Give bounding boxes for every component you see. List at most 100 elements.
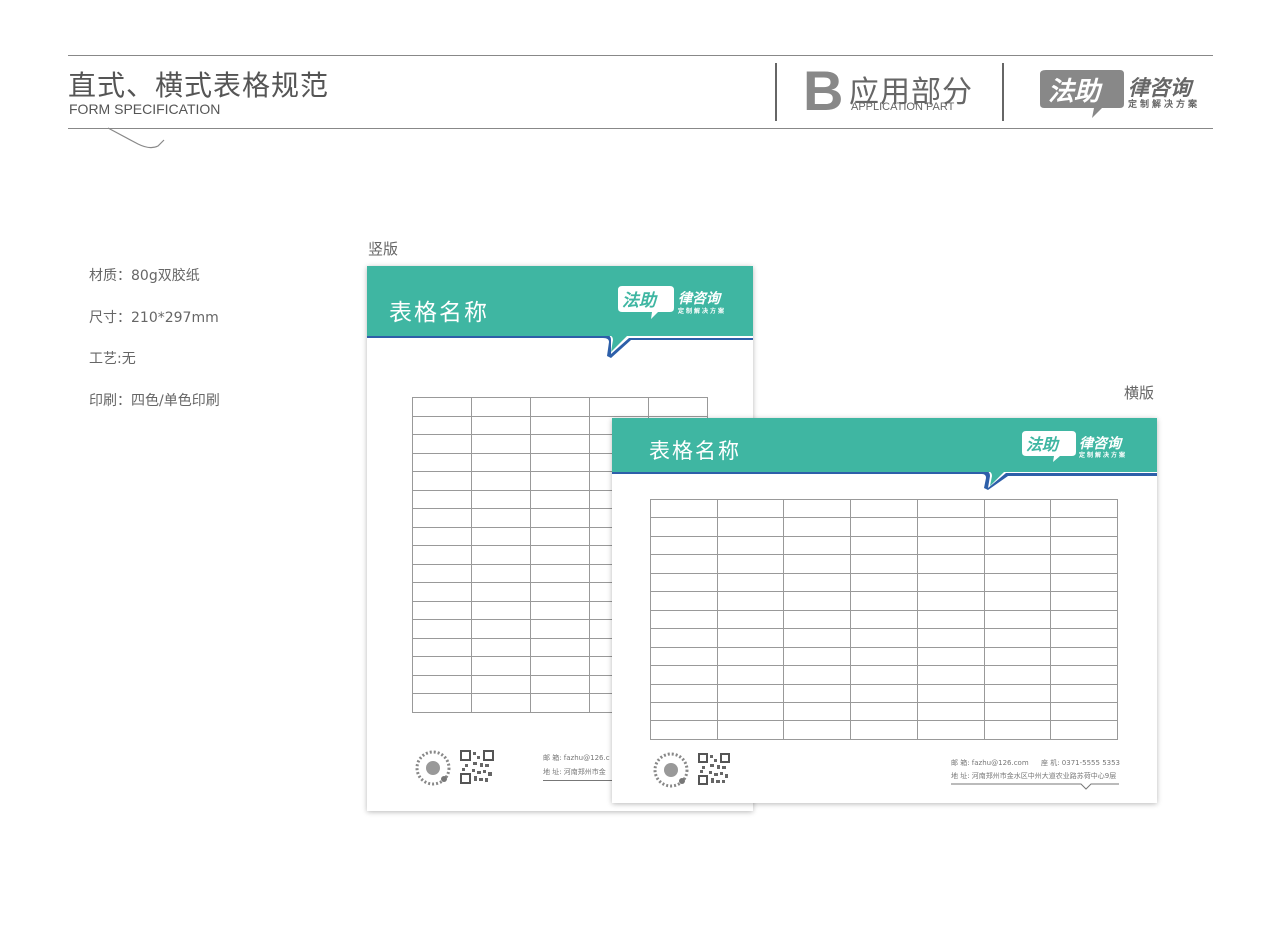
horizontal-sheet-footer-rule [951,783,1119,790]
table-cell [650,665,718,685]
table-cell [783,683,852,703]
table-cell [783,554,852,574]
table-cell [716,609,785,630]
table-row [650,554,1118,574]
mini-program-code-icon [415,750,451,786]
table-cell [412,637,472,658]
table-cell [783,720,852,740]
table-cell [530,656,590,676]
table-cell [471,637,531,658]
brand-tagline: 定制解决方案 [1128,100,1201,110]
table-cell [412,526,472,547]
table-cell [530,693,590,713]
table-row [650,628,1118,648]
table-cell [471,397,531,417]
table-cell [916,646,985,667]
table-cell [1050,665,1118,685]
header-top-rule [68,55,1213,56]
table-cell [471,582,531,602]
table-cell [850,646,918,667]
spec-printing: 印刷：四色/单色印刷 [89,393,220,409]
table-cell [850,554,918,574]
table-row [650,665,1118,685]
table-cell [1050,609,1118,630]
table-cell [983,498,1052,519]
horizontal-sheet-email: 邮 箱: fazhu@126.com [951,759,1029,767]
table-cell [412,563,472,584]
table-cell [412,452,472,473]
table-cell [850,628,918,648]
table-cell [916,572,985,593]
table-row [650,683,1118,703]
table-cell [412,600,472,621]
table-cell [650,572,718,593]
table-cell [850,609,918,630]
table-cell [716,701,785,722]
table-cell [471,545,531,565]
table-cell [530,508,590,528]
table-cell [916,701,985,722]
table-cell [530,637,590,658]
table-cell [530,563,590,584]
table-cell [530,582,590,602]
table-cell [412,693,472,713]
table-cell [850,720,918,740]
table-cell [530,434,590,454]
table-cell [916,535,985,556]
table-cell [650,609,718,630]
table-cell [983,535,1052,556]
table-cell [650,720,718,740]
table-cell [850,517,918,537]
table-cell [471,674,531,695]
table-cell [650,646,718,667]
horizontal-label: 横版 [1124,384,1155,402]
table-cell [1050,591,1118,611]
table-cell [471,693,531,713]
table-cell [850,591,918,611]
table-cell [916,591,985,611]
table-row [650,517,1118,537]
table-cell [471,656,531,676]
table-row [650,609,1118,630]
table-cell [650,701,718,722]
table-cell [850,498,918,519]
table-cell [648,397,708,417]
svg-text:法助: 法助 [1048,77,1103,107]
table-cell [412,489,472,510]
table-cell [783,646,852,667]
table-cell [716,646,785,667]
horizontal-sheet-brand-tagline: 定制解决方案 [1079,452,1128,459]
brand-logo-icon: 法助 [618,286,674,319]
table-cell [412,415,472,436]
table-cell [530,397,590,417]
table-cell [983,572,1052,593]
vertical-sheet-footer-rule [543,780,613,781]
table-cell [983,683,1052,703]
table-cell [716,591,785,611]
table-row [650,535,1118,556]
header-divider [775,63,777,121]
header-divider [1002,63,1004,121]
vertical-sheet-email: 邮 箱: fazhu@126.c [543,754,610,762]
table-row [650,701,1118,722]
table-cell [471,526,531,547]
table-cell [471,508,531,528]
table-cell [412,508,472,528]
table-cell [530,545,590,565]
table-cell [983,646,1052,667]
table-cell [471,471,531,491]
table-cell [412,674,472,695]
table-cell [783,628,852,648]
table-cell [916,628,985,648]
table-cell [1050,646,1118,667]
table-row [650,498,1118,519]
table-cell [412,397,472,417]
table-cell [530,415,590,436]
table-cell [983,701,1052,722]
table-cell [1050,720,1118,740]
table-cell [716,498,785,519]
table-cell [471,563,531,584]
table-row [650,591,1118,611]
table-cell [471,452,531,473]
table-cell [716,720,785,740]
